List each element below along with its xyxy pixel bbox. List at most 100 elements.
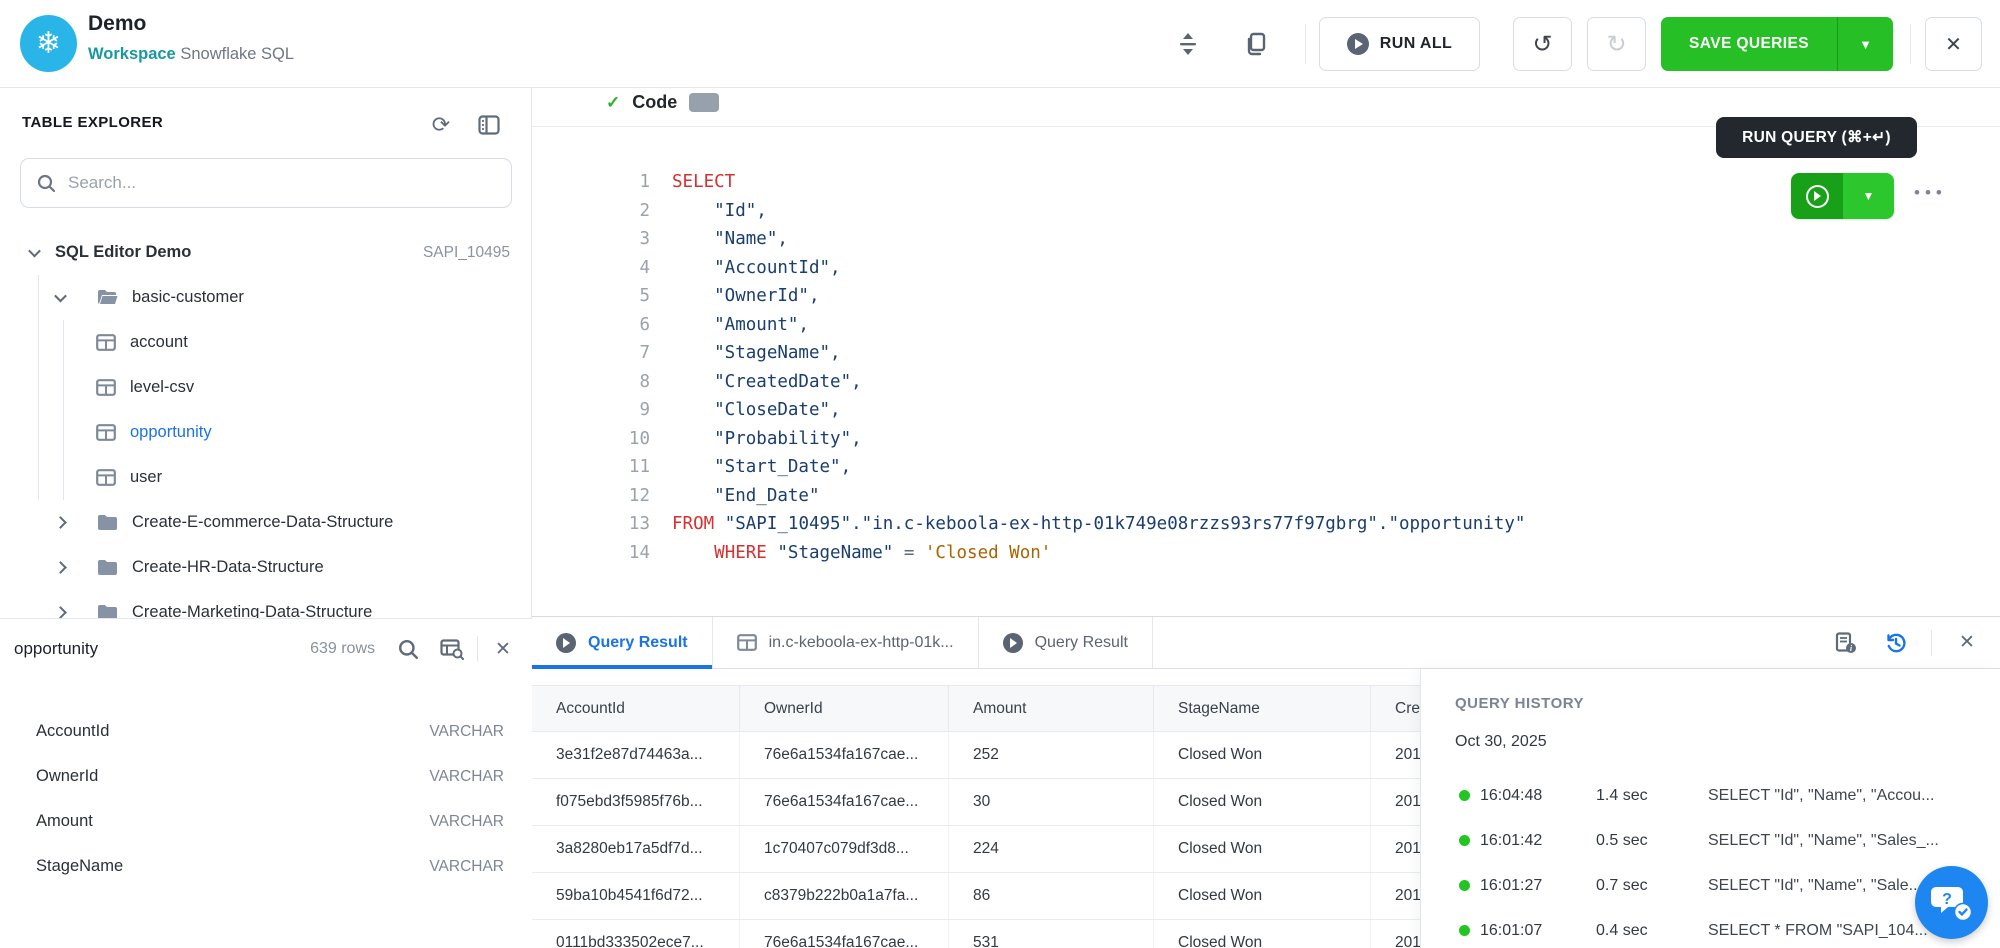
query-duration: 0.5 sec [1596,832,1708,850]
panel-toggle-icon[interactable] [474,110,504,140]
tree-table-account[interactable]: account [0,320,532,365]
code-line-1: 1SELECT [532,168,2000,197]
run-query-button[interactable]: ▼ [1791,173,1894,219]
svg-text:?: ? [1942,891,1952,908]
query-history-entry[interactable]: 16:04:481.4 secSELECT "Id", "Name", "Acc… [1421,773,2000,818]
query-duration: 1.4 sec [1596,787,1708,805]
project-label: SQL Editor Demo [55,243,191,262]
run-all-button[interactable]: RUN ALL [1319,17,1480,71]
preview-column-row[interactable]: AccountIdVARCHAR [0,709,532,754]
line-number: 8 [532,372,650,392]
expand-vertical-icon[interactable] [1172,28,1204,60]
help-chat-button[interactable]: ? [1915,866,1988,939]
close-icon[interactable]: ✕ [488,634,518,664]
query-time: 16:01:42 [1480,832,1596,850]
code-block-label: Code [632,92,677,112]
grid-cell: 3a8280eb17a5df7d... [532,826,740,872]
folder-label: Create-HR-Data-Structure [132,558,324,577]
code-line-2: 2 "Id", [532,197,2000,226]
folder-icon [97,514,118,531]
workspace-link[interactable]: Workspace [88,45,176,63]
grid-cell: f075ebd3f5985f76b... [532,779,740,825]
explorer-search-input[interactable] [68,173,495,193]
more-options-button[interactable]: ••• [1914,183,1947,203]
explorer-search[interactable] [20,158,512,208]
grid-cell: 0111bd333502ece7... [532,920,740,948]
preview-column-row[interactable]: AmountVARCHAR [0,799,532,844]
tab-query-result-1[interactable]: Query Result [532,617,713,668]
code-line-5: 5 "OwnerId", [532,282,2000,311]
tree-folder-Create-HR-Data-Structure[interactable]: Create-HR-Data-Structure [0,545,532,590]
grid-cell: 76e6a1534fa167cae... [740,920,949,948]
line-content: "End_Date" [650,486,820,506]
save-queries-button[interactable]: SAVE QUERIES ▼ [1661,17,1893,71]
folder-icon [97,559,118,576]
results-panel: Query Result in.c-keboola-ex-http-01k...… [532,616,2000,948]
preview-column-row[interactable]: OwnerId VARCHAR [0,754,532,799]
check-icon: ✓ [606,93,620,112]
results-toolbar: i ✕ [1831,617,2000,668]
tree-folder-Create-E-commerce-Data-Structure[interactable]: Create-E-commerce-Data-Structure [0,500,532,545]
tab-label: in.c-keboola-ex-http-01k... [769,634,954,652]
line-number: 4 [532,258,650,278]
query-history-title: QUERY HISTORY [1455,695,1584,712]
tree-project-row[interactable]: SQL Editor Demo SAPI_10495 [0,230,532,275]
query-details-icon[interactable]: i [1831,628,1861,658]
save-dropdown-caret[interactable]: ▼ [1837,17,1893,71]
line-number: 7 [532,343,650,363]
run-query-dropdown[interactable]: ▼ [1843,173,1894,219]
grid-cell: 59ba10b4541f6d72... [532,873,740,919]
chevron-down-icon [54,290,67,303]
chevron-right-icon [54,606,67,619]
tree-tables: accountlevel-csvopportunityuser [0,320,532,500]
line-number: 12 [532,486,650,506]
search-icon[interactable] [393,634,423,664]
status-dot-icon [1459,790,1470,801]
query-history-entry[interactable]: 16:01:270.7 secSELECT "Id", "Name", "Sal… [1421,863,2000,908]
tab-query-result-2[interactable]: Query Result [979,617,1153,668]
close-results-icon[interactable]: ✕ [1952,628,1982,658]
run-all-label: RUN ALL [1380,35,1452,53]
undo-button[interactable]: ↺ [1513,17,1572,71]
table-icon [96,469,116,486]
line-content: WHERE "StageName" = 'Closed Won' [650,543,1051,563]
query-history-entry[interactable]: 16:01:420.5 secSELECT "Id", "Name", "Sal… [1421,818,2000,863]
preview-column-row[interactable]: StageNameVARCHAR [0,844,532,889]
line-content: "StageName", [650,343,841,363]
tab-label: Query Result [1035,634,1128,652]
run-query-play[interactable] [1791,173,1843,219]
column-name: Amount [36,812,93,831]
tree-folder-basic-customer[interactable]: basic-customer [0,275,532,320]
tree-table-level-csv[interactable]: level-csv [0,365,532,410]
tree-table-opportunity[interactable]: opportunity [0,410,532,455]
close-window-button[interactable]: ✕ [1925,17,1982,71]
query-snippet: SELECT "Id", "Name", "Accou... [1708,787,2000,805]
sql-editor[interactable]: ✓ Code 1SELECT2 "Id",3 "Name",4 "Account… [532,88,2000,616]
tree-table-user[interactable]: user [0,455,532,500]
tab-table-result[interactable]: in.c-keboola-ex-http-01k... [713,617,979,668]
query-history-panel: QUERY HISTORY Oct 30, 2025 16:04:481.4 s… [1420,669,2000,948]
code-lines: 1SELECT2 "Id",3 "Name",4 "AccountId",5 "… [532,168,2000,567]
copy-badge-icon[interactable] [689,93,719,112]
grid-cell: 30 [949,779,1154,825]
chevron-right-icon [54,561,67,574]
refresh-icon[interactable]: ⟳ [426,110,456,140]
table-explorer-title: TABLE EXPLORER [22,114,163,131]
copy-icon[interactable] [1240,28,1272,60]
query-history-icon[interactable] [1881,628,1911,658]
query-time: 16:01:07 [1480,922,1596,940]
line-number: 11 [532,457,650,477]
redo-button[interactable]: ↻ [1587,17,1646,71]
run-query-tooltip: RUN QUERY (⌘+↵) [1716,117,1917,158]
line-content: FROM "SAPI_10495"."in.c-keboola-ex-http-… [650,514,1525,534]
folder-label: Create-E-commerce-Data-Structure [132,513,393,532]
query-history-entry[interactable]: 16:01:070.4 secSELECT * FROM "SAPI_104..… [1421,908,2000,948]
chat-bubbles-icon: ? [1930,883,1974,923]
code-line-10: 10 "Probability", [532,425,2000,454]
column-type: VARCHAR [429,768,504,786]
column-name: OwnerId [36,767,98,786]
column-type: VARCHAR [429,858,504,876]
grid-cell: 86 [949,873,1154,919]
data-sample-icon[interactable] [437,634,467,664]
line-number: 9 [532,400,650,420]
